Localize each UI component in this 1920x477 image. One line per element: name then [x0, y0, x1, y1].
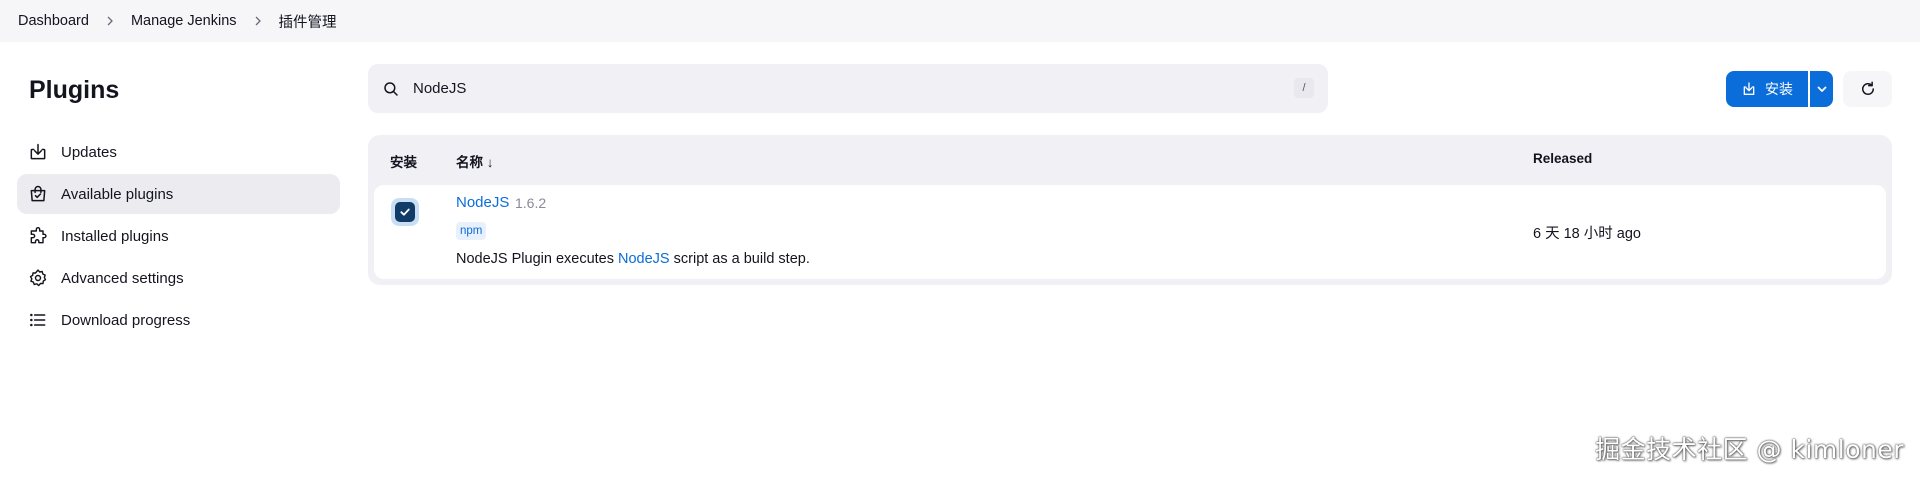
column-header-name[interactable]: 名称 ↓ [456, 151, 494, 171]
install-checkbox[interactable] [391, 198, 419, 226]
sidebar: Plugins Updates Available plugins Instal… [17, 70, 340, 342]
plugin-category-tag[interactable]: npm [456, 222, 487, 240]
plugins-table: 安装 名称 ↓ Released NodeJS 1.6.2 npm NodeJS… [368, 135, 1892, 285]
watermark: 掘金技术社区 @ kimloner [1595, 435, 1904, 464]
chevron-right-icon [105, 15, 115, 27]
breadcrumb-dashboard[interactable]: Dashboard [18, 13, 89, 29]
plugin-version: 1.6.2 [515, 195, 547, 211]
column-header-install: 安装 [390, 155, 417, 170]
puzzle-icon [27, 225, 49, 247]
plugin-description: NodeJS Plugin executes NodeJS script as … [456, 251, 810, 267]
breadcrumb: Dashboard Manage Jenkins 插件管理 [0, 0, 1920, 42]
sidebar-item-label: Installed plugins [61, 227, 169, 245]
description-text: NodeJS Plugin executes [456, 251, 619, 267]
search-icon [382, 80, 400, 98]
install-button-label: 安装 [1765, 81, 1793, 97]
search-box[interactable]: / [368, 64, 1328, 113]
sidebar-item-label: Updates [61, 143, 117, 161]
breadcrumb-plugin-manager[interactable]: 插件管理 [279, 11, 337, 32]
install-button-group: 安装 [1726, 71, 1833, 107]
chevron-right-icon [253, 15, 263, 27]
breadcrumb-manage-jenkins[interactable]: Manage Jenkins [131, 13, 237, 29]
sidebar-item-download-progress[interactable]: Download progress [17, 300, 340, 340]
sidebar-item-label: Available plugins [61, 185, 174, 203]
shopping-bag-icon [27, 183, 49, 205]
sidebar-item-available-plugins[interactable]: Available plugins [17, 174, 340, 214]
description-link[interactable]: NodeJS [618, 251, 670, 267]
sidebar-item-advanced-settings[interactable]: Advanced settings [17, 258, 340, 298]
install-dropdown-button[interactable] [1810, 71, 1833, 107]
page-title: Plugins [29, 76, 120, 104]
download-icon [1741, 81, 1757, 97]
plugin-name-link[interactable]: NodeJS [456, 194, 509, 211]
download-icon [27, 141, 49, 163]
refresh-button[interactable] [1843, 71, 1892, 107]
sidebar-item-label: Advanced settings [61, 269, 184, 287]
sidebar-item-label: Download progress [61, 311, 191, 329]
released-time: 6 天 18 小时 ago [1533, 226, 1641, 242]
column-header-released[interactable]: Released [1533, 151, 1592, 166]
checkmark-icon [395, 202, 415, 222]
chevron-down-icon [1816, 83, 1828, 95]
table-row: NodeJS 1.6.2 npm NodeJS Plugin executes … [374, 185, 1886, 279]
search-input[interactable] [413, 80, 1253, 97]
sidebar-item-updates[interactable]: Updates [17, 132, 340, 172]
keyboard-shortcut-hint: / [1294, 78, 1314, 98]
install-button[interactable]: 安装 [1726, 71, 1808, 107]
refresh-icon [1859, 80, 1877, 98]
gear-icon [27, 267, 49, 289]
description-text: script as a build step. [669, 251, 810, 267]
sidebar-item-installed-plugins[interactable]: Installed plugins [17, 216, 340, 256]
list-icon [27, 309, 49, 331]
